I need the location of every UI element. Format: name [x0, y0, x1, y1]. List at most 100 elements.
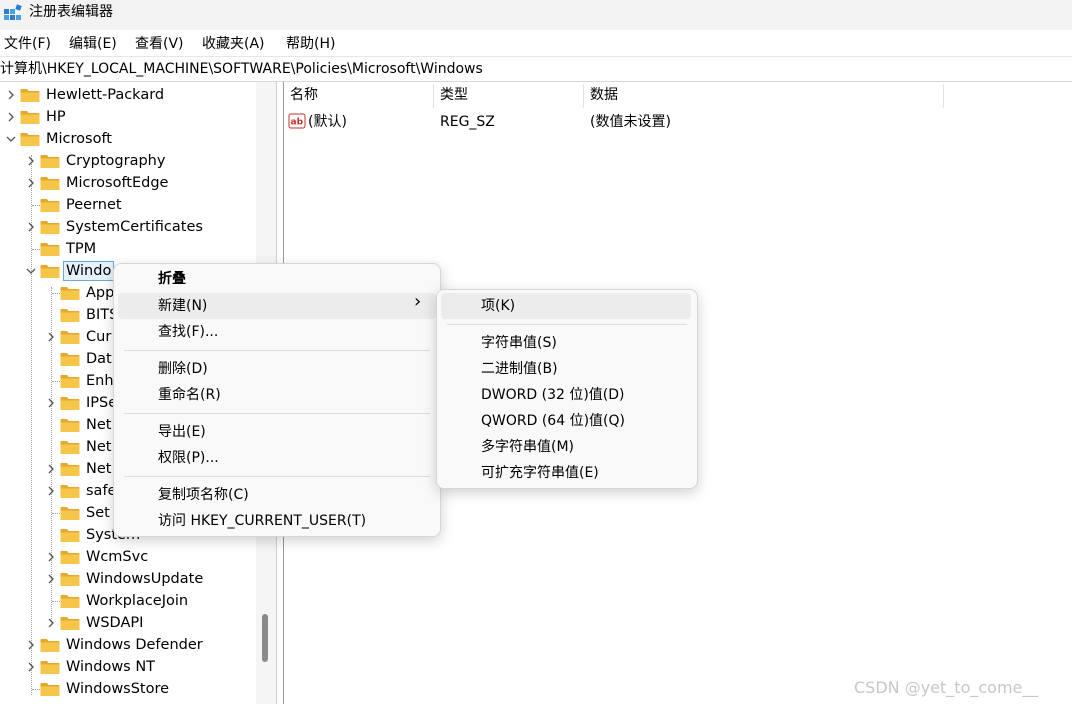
chevron-right-icon[interactable]	[44, 568, 58, 590]
folder-icon	[60, 308, 80, 323]
context-separator	[124, 350, 430, 351]
regedit-app-icon	[4, 4, 22, 20]
value-data[interactable]: (数值未设置)	[590, 113, 671, 131]
tree-item[interactable]: WindowsStore	[0, 678, 256, 700]
chevron-right-icon[interactable]	[24, 150, 38, 172]
folder-icon	[20, 110, 40, 125]
tree-item-label: Net	[86, 417, 112, 433]
submenu-item-string-value[interactable]: 字符串值(S)	[441, 330, 691, 356]
tree-item[interactable]: TPM	[0, 238, 256, 260]
folder-icon	[60, 484, 80, 499]
folder-icon	[60, 352, 80, 367]
folder-icon	[40, 660, 60, 675]
context-item-rename[interactable]: 重命名(R)	[118, 382, 436, 408]
submenu-arrow-icon: ›	[414, 291, 422, 312]
folder-icon	[40, 264, 60, 279]
context-item-label: 导出(E)	[158, 424, 206, 440]
menu-help[interactable]: 帮助(H)	[286, 35, 335, 53]
address-path[interactable]: 计算机\HKEY_LOCAL_MACHINE\SOFTWARE\Policies…	[0, 60, 483, 78]
submenu-item-expandable-string-value[interactable]: 可扩充字符串值(E)	[441, 460, 691, 486]
column-header-data[interactable]: 数据	[590, 86, 618, 104]
chevron-down-icon[interactable]	[24, 260, 38, 282]
tree-item[interactable]: WSDAPI	[0, 612, 256, 634]
tree-item[interactable]: Peernet	[0, 194, 256, 216]
context-item-label: 查找(F)...	[158, 324, 219, 340]
tree-item-label: Microsoft	[46, 131, 112, 147]
column-header-name[interactable]: 名称	[290, 86, 318, 104]
string-value-icon: ab	[288, 113, 306, 129]
folder-icon	[20, 88, 40, 103]
chevron-down-icon[interactable]	[4, 128, 18, 150]
column-separator[interactable]	[433, 84, 434, 108]
tree-item-label: Windo	[62, 261, 115, 281]
context-separator	[124, 476, 430, 477]
tree-item[interactable]: Windows NT	[0, 656, 256, 678]
context-item-delete[interactable]: 删除(D)	[118, 356, 436, 382]
folder-icon	[60, 616, 80, 631]
tree-item-label: Dat	[86, 351, 112, 367]
chevron-right-icon[interactable]	[24, 634, 38, 656]
submenu-item-label: 可扩充字符串值(E)	[481, 465, 599, 481]
tree-item-label: MicrosoftEdge	[66, 175, 169, 191]
chevron-right-icon[interactable]	[4, 84, 18, 106]
submenu-item-binary-value[interactable]: 二进制值(B)	[441, 356, 691, 382]
tree-item[interactable]: Cryptography	[0, 150, 256, 172]
chevron-right-icon[interactable]	[44, 392, 58, 414]
context-menu: 折叠 新建(N) › 查找(F)... 删除(D) 重命名(R) 导出(E) 权…	[113, 263, 441, 537]
tree-item[interactable]: WindowsUpdate	[0, 568, 256, 590]
menu-edit[interactable]: 编辑(E)	[69, 35, 117, 53]
chevron-right-icon[interactable]	[44, 458, 58, 480]
tree-item[interactable]: WcmSvc	[0, 546, 256, 568]
context-separator	[124, 413, 430, 414]
chevron-right-icon[interactable]	[44, 326, 58, 348]
context-item-permissions[interactable]: 权限(P)...	[118, 445, 436, 471]
context-item-goto-hkcu[interactable]: 访问 HKEY_CURRENT_USER(T)	[118, 508, 436, 534]
tree-item[interactable]: Microsoft	[0, 128, 256, 150]
chevron-right-icon[interactable]	[24, 656, 38, 678]
watermark: CSDN @yet_to_come__	[854, 678, 1039, 697]
tree-item[interactable]: SystemCertificates	[0, 216, 256, 238]
submenu-item-dword-value[interactable]: DWORD (32 位)值(D)	[441, 382, 691, 408]
folder-icon	[40, 198, 60, 213]
submenu-item-key[interactable]: 项(K)	[441, 293, 691, 319]
tree-scrollbar-thumb[interactable]	[262, 614, 268, 662]
submenu-item-qword-value[interactable]: QWORD (64 位)值(Q)	[441, 408, 691, 434]
tree-item-label: Net	[86, 439, 112, 455]
context-item-find[interactable]: 查找(F)...	[118, 319, 436, 345]
context-item-collapse[interactable]: 折叠	[118, 266, 436, 292]
folder-icon	[60, 550, 80, 565]
chevron-right-icon[interactable]	[4, 106, 18, 128]
chevron-right-icon[interactable]	[24, 216, 38, 238]
folder-icon	[60, 594, 80, 609]
context-item-label: 重命名(R)	[158, 387, 221, 403]
value-type[interactable]: REG_SZ	[440, 113, 495, 131]
tree-item-label: Peernet	[66, 197, 122, 213]
chevron-right-icon[interactable]	[24, 172, 38, 194]
context-item-new[interactable]: 新建(N) ›	[118, 293, 436, 319]
tree-item-label: Set	[86, 505, 110, 521]
context-item-export[interactable]: 导出(E)	[118, 419, 436, 445]
tree-item[interactable]: Windows Defender	[0, 634, 256, 656]
tree-item[interactable]: MicrosoftEdge	[0, 172, 256, 194]
menu-favorites[interactable]: 收藏夹(A)	[202, 35, 265, 53]
context-item-copy-key-name[interactable]: 复制项名称(C)	[118, 482, 436, 508]
column-header-type[interactable]: 类型	[440, 86, 468, 104]
tree-item-label: Cryptography	[66, 153, 166, 169]
tree-item-label: Enh	[86, 373, 114, 389]
tree-item[interactable]: Hewlett-Packard	[0, 84, 256, 106]
tree-item-label: Windows Defender	[66, 637, 203, 653]
address-bar[interactable]: 计算机\HKEY_LOCAL_MACHINE\SOFTWARE\Policies…	[0, 57, 1072, 82]
menu-file[interactable]: 文件(F)	[4, 35, 51, 53]
tree-item[interactable]: HP	[0, 106, 256, 128]
menu-view[interactable]: 查看(V)	[135, 35, 184, 53]
tree-item[interactable]: WorkplaceJoin	[0, 590, 256, 612]
column-separator[interactable]	[583, 84, 584, 108]
chevron-right-icon[interactable]	[44, 480, 58, 502]
submenu-item-multi-string-value[interactable]: 多字符串值(M)	[441, 434, 691, 460]
folder-icon	[60, 330, 80, 345]
folder-icon	[60, 528, 80, 543]
value-name[interactable]: (默认)	[308, 113, 347, 131]
chevron-right-icon[interactable]	[44, 546, 58, 568]
column-separator[interactable]	[943, 84, 944, 108]
chevron-right-icon[interactable]	[44, 612, 58, 634]
